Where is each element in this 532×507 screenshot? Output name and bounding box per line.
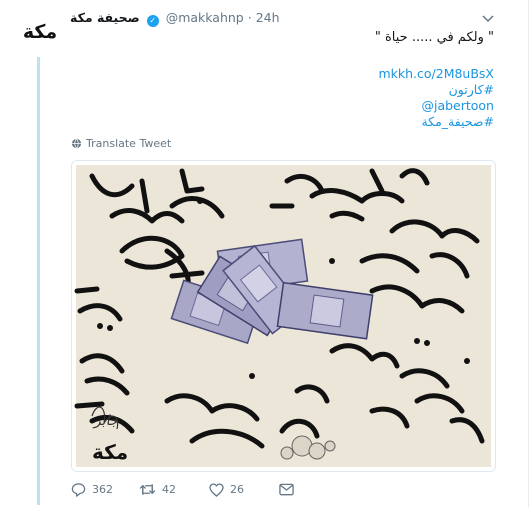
retweet-icon bbox=[139, 484, 156, 495]
translate-tweet[interactable]: Translate Tweet bbox=[71, 137, 171, 150]
column-border bbox=[528, 0, 529, 507]
separator: · bbox=[247, 10, 252, 25]
short-link[interactable]: mkkh.co/2M8uBsX bbox=[378, 66, 494, 82]
reply-count: 362 bbox=[92, 483, 113, 496]
retweet-count: 42 bbox=[162, 483, 176, 496]
display-name[interactable]: صحيفة مكة bbox=[70, 10, 140, 25]
cartoon-illustration: مكة جابر bbox=[72, 161, 495, 471]
hashtag-makkah-newspaper[interactable]: #صحيفة_مكة bbox=[378, 114, 494, 130]
avatar[interactable]: مكة bbox=[14, 12, 66, 52]
globe-icon bbox=[71, 138, 82, 149]
tweet-actions: 362 42 26 bbox=[71, 482, 300, 497]
thread-line bbox=[37, 57, 40, 505]
like-button[interactable]: 26 bbox=[209, 482, 279, 497]
mention-jabertoon[interactable]: @jabertoon bbox=[378, 98, 494, 114]
hashtag-cartoon[interactable]: #كارتون bbox=[378, 82, 494, 98]
artist-signature: جابر bbox=[92, 413, 119, 429]
tweet-text: " ولكم في ..... حياة " bbox=[374, 30, 494, 45]
reply-icon bbox=[71, 483, 86, 497]
message-icon bbox=[279, 483, 294, 496]
like-count: 26 bbox=[230, 483, 244, 496]
timestamp[interactable]: 24h bbox=[256, 10, 280, 25]
watermark-logo: مكة bbox=[92, 440, 128, 464]
translate-label: Translate Tweet bbox=[86, 137, 172, 150]
chevron-down-icon[interactable] bbox=[480, 10, 496, 26]
retweet-button[interactable]: 42 bbox=[139, 482, 209, 497]
tweet-image[interactable]: مكة جابر bbox=[71, 160, 496, 472]
verified-badge-icon: ✓ bbox=[146, 15, 159, 27]
like-icon bbox=[209, 482, 224, 497]
tweet-links: mkkh.co/2M8uBsX #كارتون @jabertoon #صحيف… bbox=[378, 66, 494, 130]
reply-button[interactable]: 362 bbox=[71, 482, 139, 497]
tweet-header: صحيفة مكة ✓ @makkahnp · 24h bbox=[70, 10, 280, 27]
avatar-logo-text: مكة bbox=[22, 21, 58, 43]
handle[interactable]: @makkahnp bbox=[166, 10, 244, 25]
direct-message-button[interactable] bbox=[279, 483, 300, 496]
